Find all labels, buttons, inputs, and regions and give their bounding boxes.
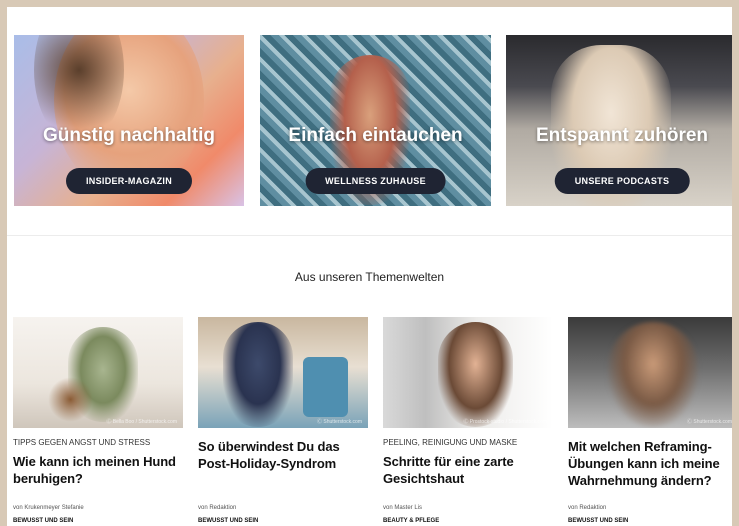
image-woman-face xyxy=(438,322,513,427)
article-headline[interactable]: Wie kann ich meinen Hund beruhigen? xyxy=(13,453,183,487)
hero-card-wellness[interactable]: Einfach eintauchen WELLNESS ZUHAUSE xyxy=(260,35,491,206)
article-author: von Redaktion xyxy=(198,505,237,511)
image-woman-laptop xyxy=(223,322,293,427)
insider-magazin-button[interactable]: INSIDER-MAGAZIN xyxy=(66,168,192,194)
image-blurred-woman xyxy=(608,322,698,427)
wellness-zuhause-button[interactable]: WELLNESS ZUHAUSE xyxy=(305,168,446,194)
article-category[interactable]: BEAUTY & PFLEGE xyxy=(383,518,439,524)
hero-card-podcasts[interactable]: Entspannt zuhören UNSERE PODCASTS xyxy=(506,35,732,206)
article-card-post-holiday[interactable]: Ⓒ Shutterstock.com So überwindest Du das… xyxy=(198,317,368,524)
section-title: Aus unseren Themenwelten xyxy=(294,270,445,284)
article-author: von Redaktion xyxy=(568,505,607,511)
article-headline[interactable]: Mit welchen Reframing-Übungen kann ich m… xyxy=(568,438,732,489)
page: Günstig nachhaltig INSIDER-MAGAZIN Einfa… xyxy=(7,7,732,526)
unsere-podcasts-button[interactable]: UNSERE PODCASTS xyxy=(554,168,690,194)
article-category[interactable]: BEWUSST UND SEIN xyxy=(13,518,73,524)
article-image[interactable]: Ⓒ Prostock-studio / Shutterstock.com xyxy=(383,317,553,428)
article-headline[interactable]: So überwindest Du das Post-Holiday-Syndr… xyxy=(198,438,368,472)
article-author: von Krukenmeyer Stefanie xyxy=(13,505,84,511)
hero-title: Entspannt zuhören xyxy=(535,125,709,146)
hero-title: Günstig nachhaltig xyxy=(42,125,216,146)
image-credit: Ⓒ Prostock-studio / Shutterstock.com xyxy=(463,419,547,425)
divider xyxy=(7,235,732,236)
hero-card-insider[interactable]: Günstig nachhaltig INSIDER-MAGAZIN xyxy=(14,35,244,206)
article-image[interactable]: Ⓒ Bella Boo / Shutterstock.com xyxy=(13,317,183,428)
article-author: von Master Lis xyxy=(383,505,423,511)
article-card-reframing[interactable]: Ⓒ Shutterstock.com Mit welchen Reframing… xyxy=(568,317,732,524)
image-suitcase xyxy=(303,357,348,417)
article-headline[interactable]: Schritte für eine zarte Gesichtshaut xyxy=(383,453,553,487)
article-image[interactable]: Ⓒ Shutterstock.com xyxy=(568,317,732,428)
article-card-dog[interactable]: Ⓒ Bella Boo / Shutterstock.com TIPPS GEG… xyxy=(13,317,183,524)
article-kicker: TIPPS GEGEN ANGST UND STRESS xyxy=(13,438,151,447)
article-category[interactable]: BEWUSST UND SEIN xyxy=(568,518,628,524)
image-credit: Ⓒ Shutterstock.com xyxy=(686,419,732,425)
image-credit: Ⓒ Shutterstock.com xyxy=(316,419,362,425)
article-kicker: PEELING, REINIGUNG UND MASKE xyxy=(383,438,518,447)
article-category[interactable]: BEWUSST UND SEIN xyxy=(198,518,258,524)
image-credit: Ⓒ Bella Boo / Shutterstock.com xyxy=(106,419,177,425)
image-dog xyxy=(48,377,93,422)
article-image[interactable]: Ⓒ Shutterstock.com xyxy=(198,317,368,428)
article-card-face-care[interactable]: Ⓒ Prostock-studio / Shutterstock.com PEE… xyxy=(383,317,553,524)
hero-title: Einfach eintauchen xyxy=(288,125,463,146)
